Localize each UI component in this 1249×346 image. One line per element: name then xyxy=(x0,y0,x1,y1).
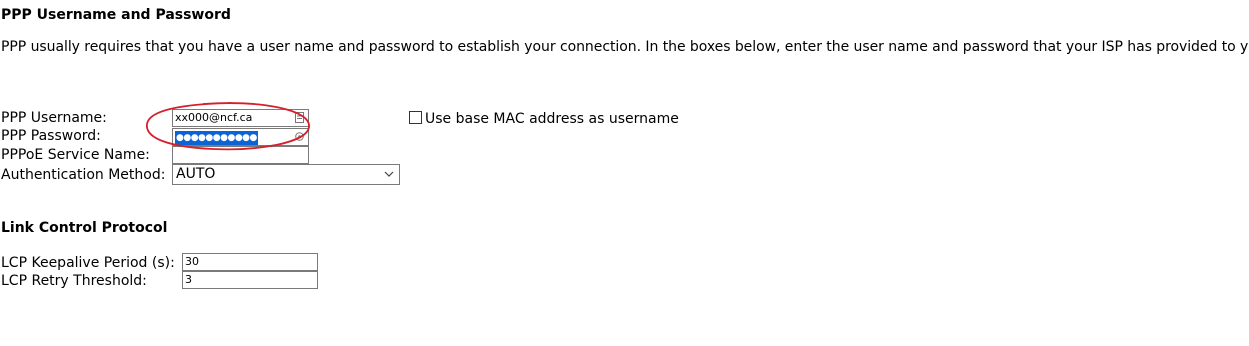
ppp-username-input[interactable]: xx000@ncf.ca xyxy=(172,109,309,127)
pppoe-service-name-input[interactable] xyxy=(172,146,309,164)
auth-method-label: Authentication Method: xyxy=(1,167,166,183)
ppp-password-input[interactable]: ●●●●●●●●●●● xyxy=(172,128,309,146)
ppp-password-mask: ●●●●●●●●●●● xyxy=(175,131,258,145)
lcp-retry-label: LCP Retry Threshold: xyxy=(1,273,147,289)
auth-method-selected-value: AUTO xyxy=(176,166,216,182)
ppp-password-label: PPP Password: xyxy=(1,128,101,144)
ppp-username-value: xx000@ncf.ca xyxy=(175,111,253,124)
lcp-section-heading: Link Control Protocol xyxy=(1,220,168,236)
lcp-keepalive-input[interactable]: 30 xyxy=(182,253,318,271)
chevron-down-icon xyxy=(384,171,394,177)
lcp-keepalive-value: 30 xyxy=(185,255,199,268)
auth-method-select[interactable]: AUTO xyxy=(172,164,400,185)
lcp-keepalive-label: LCP Keepalive Period (s): xyxy=(1,255,175,271)
lcp-retry-value: 3 xyxy=(185,273,192,286)
contact-card-icon[interactable] xyxy=(295,112,304,123)
ppp-section-heading: PPP Username and Password xyxy=(1,7,231,23)
use-base-mac-checkbox[interactable] xyxy=(409,111,422,124)
ppp-username-label: PPP Username: xyxy=(1,110,107,126)
pppoe-service-name-label: PPPoE Service Name: xyxy=(1,147,150,163)
reveal-password-icon[interactable] xyxy=(295,131,304,142)
ppp-description: PPP usually requires that you have a use… xyxy=(1,39,1249,55)
lcp-retry-input[interactable]: 3 xyxy=(182,271,318,289)
use-base-mac-label[interactable]: Use base MAC address as username xyxy=(425,111,679,127)
